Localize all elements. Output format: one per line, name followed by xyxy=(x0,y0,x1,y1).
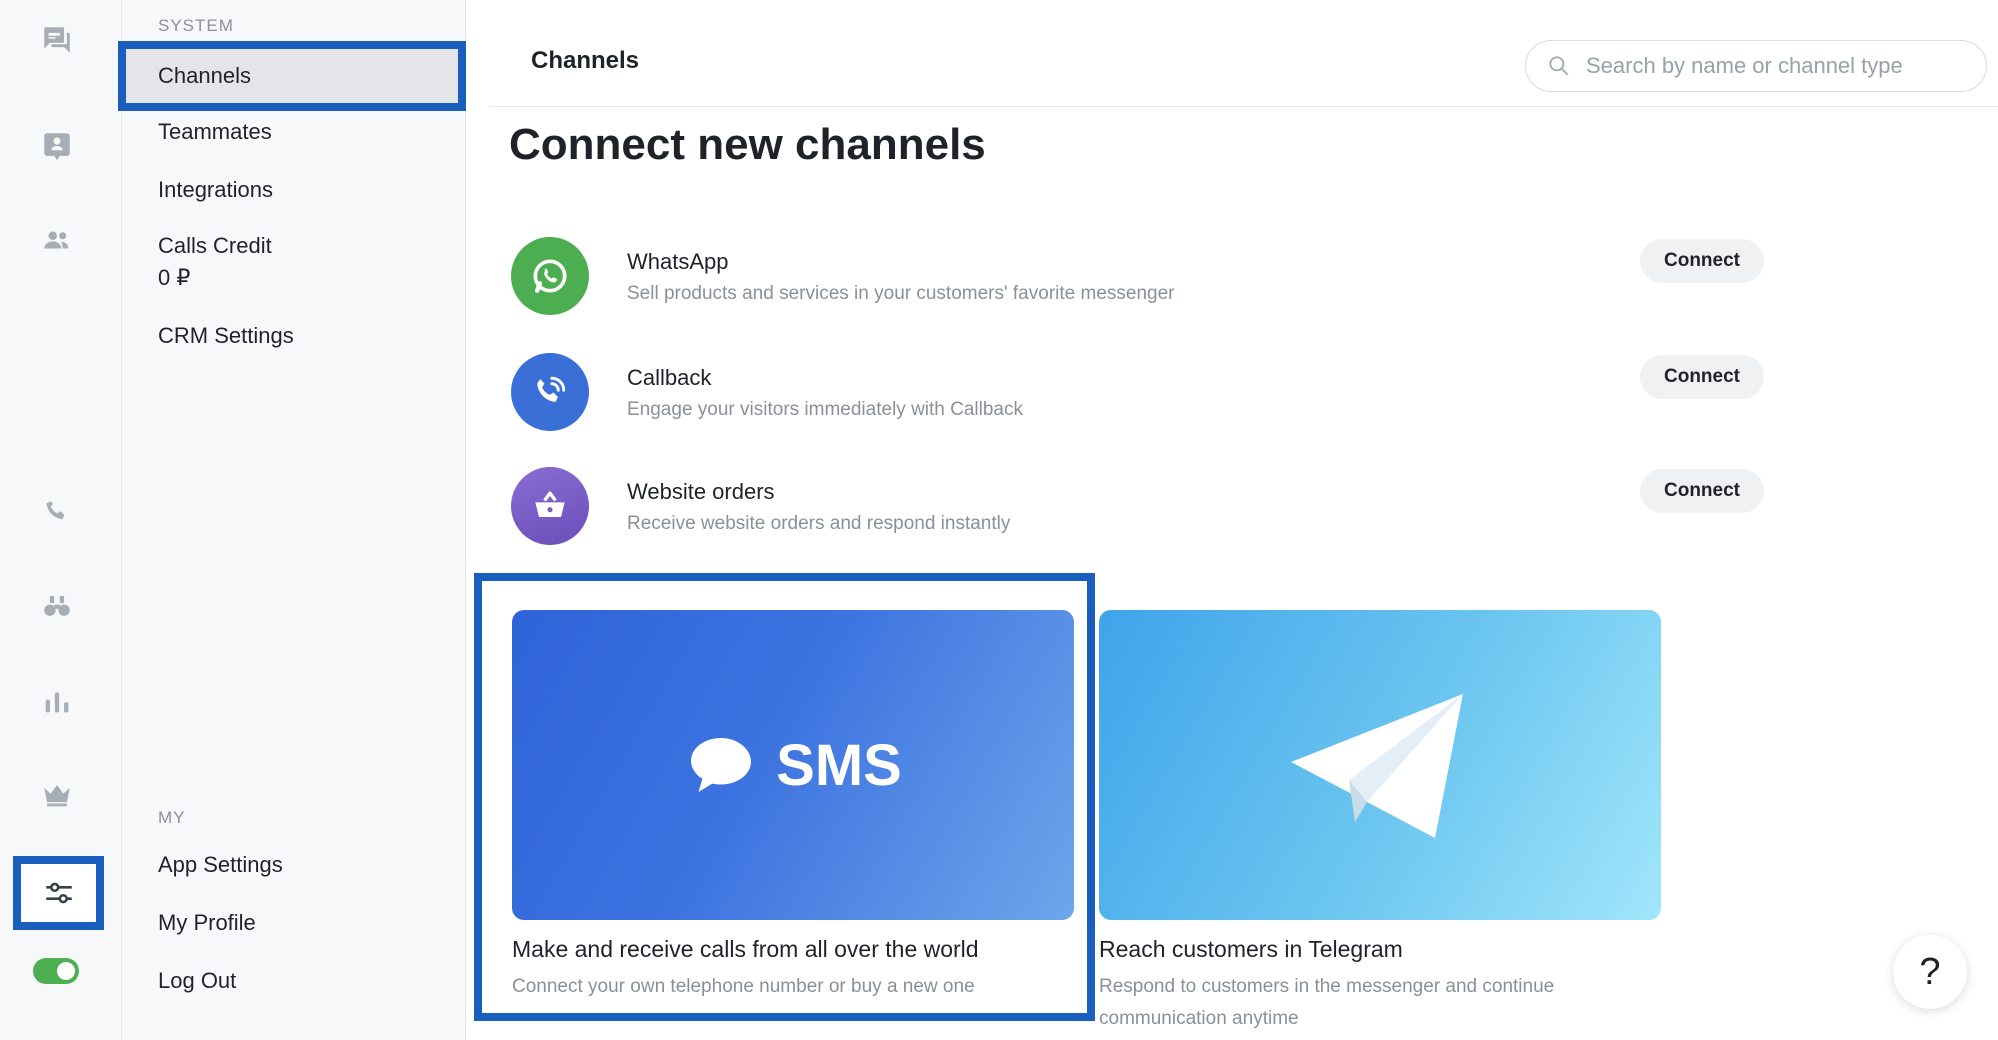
crown-icon[interactable] xyxy=(26,767,88,823)
nav-item-teammates[interactable]: Teammates xyxy=(158,116,272,148)
nav-heading-my: MY xyxy=(158,808,186,827)
search-icon xyxy=(1549,56,1569,76)
nav-item-calls-credit[interactable]: Calls Credit 0 ₽ xyxy=(158,230,272,294)
help-button[interactable]: ? xyxy=(1893,935,1967,1009)
nav-item-label: Log Out xyxy=(158,968,237,993)
nav-item-label: My Profile xyxy=(158,910,256,935)
people-icon[interactable] xyxy=(26,212,88,268)
card-title: Make and receive calls from all over the… xyxy=(512,936,979,962)
nav-item-crm-settings[interactable]: CRM Settings xyxy=(158,320,294,352)
nav-heading-system: SYSTEM xyxy=(158,16,234,35)
connect-callback-button[interactable]: Connect xyxy=(1640,355,1764,399)
channel-name: Website orders xyxy=(627,479,775,504)
speech-bubble-icon xyxy=(691,738,752,792)
card-description: Connect your own telephone number or buy… xyxy=(512,976,975,997)
nav-item-integrations[interactable]: Integrations xyxy=(158,174,273,206)
nav-item-label: Integrations xyxy=(158,177,273,202)
card-title: Reach customers in Telegram xyxy=(1099,936,1403,962)
connect-whatsapp-button[interactable]: Connect xyxy=(1640,239,1764,283)
status-toggle[interactable] xyxy=(33,958,79,984)
sms-banner: SMS xyxy=(512,610,1074,920)
telegram-channel-card[interactable]: Reach customers in Telegram Respond to c… xyxy=(1099,610,1661,1035)
channel-row-website-orders: Website orders Receive website orders an… xyxy=(509,467,1764,547)
telegram-banner xyxy=(1099,610,1661,920)
card-description: Respond to customers in the messenger an… xyxy=(1099,976,1555,1029)
phone-icon[interactable] xyxy=(26,484,88,540)
nav-item-channels[interactable]: Channels xyxy=(118,41,466,111)
nav-item-label: Calls Credit xyxy=(158,233,272,258)
nav-item-label: App Settings xyxy=(158,852,283,877)
telegram-plane-icon xyxy=(1291,694,1463,838)
sms-banner-label: SMS xyxy=(776,732,902,798)
bar-chart-icon[interactable] xyxy=(26,673,88,729)
binoculars-icon[interactable] xyxy=(26,578,88,634)
settings-nav: SYSTEM Channels Teammates Integrations C… xyxy=(118,0,466,1040)
sliders-icon[interactable] xyxy=(13,856,104,930)
search-input[interactable] xyxy=(1586,53,1976,79)
search-box[interactable] xyxy=(1525,40,1987,92)
calls-credit-balance: 0 ₽ xyxy=(158,265,191,290)
nav-item-label: Channels xyxy=(158,63,251,88)
nav-item-my-profile[interactable]: My Profile xyxy=(158,907,256,939)
connect-website-orders-button[interactable]: Connect xyxy=(1640,469,1764,513)
shopping-basket-icon xyxy=(511,467,589,545)
toggle-knob xyxy=(57,962,75,980)
nav-item-app-settings[interactable]: App Settings xyxy=(158,849,283,881)
channel-row-callback: Callback Engage your visitors immediatel… xyxy=(509,353,1764,433)
header-divider xyxy=(490,106,1998,107)
channel-name: Callback xyxy=(627,365,712,390)
nav-item-label: Teammates xyxy=(158,119,272,144)
contact-card-icon[interactable] xyxy=(26,118,88,174)
whatsapp-icon xyxy=(511,237,589,315)
chat-icon[interactable] xyxy=(26,12,88,68)
nav-item-label: CRM Settings xyxy=(158,323,294,348)
channel-name: WhatsApp xyxy=(627,249,729,274)
channel-description: Receive website orders and respond insta… xyxy=(627,513,1011,534)
channel-description: Engage your visitors immediately with Ca… xyxy=(627,399,1023,420)
icon-rail xyxy=(0,0,122,1040)
channel-row-whatsapp: WhatsApp Sell products and services in y… xyxy=(509,237,1764,317)
header-title: Channels xyxy=(531,47,640,74)
nav-item-log-out[interactable]: Log Out xyxy=(158,965,236,997)
page-title: Connect new channels xyxy=(509,120,986,169)
phone-callback-icon xyxy=(511,353,589,431)
sms-channel-card[interactable]: SMS Make and receive calls from all over… xyxy=(512,610,1074,1003)
channel-description: Sell products and services in your custo… xyxy=(627,283,1175,304)
